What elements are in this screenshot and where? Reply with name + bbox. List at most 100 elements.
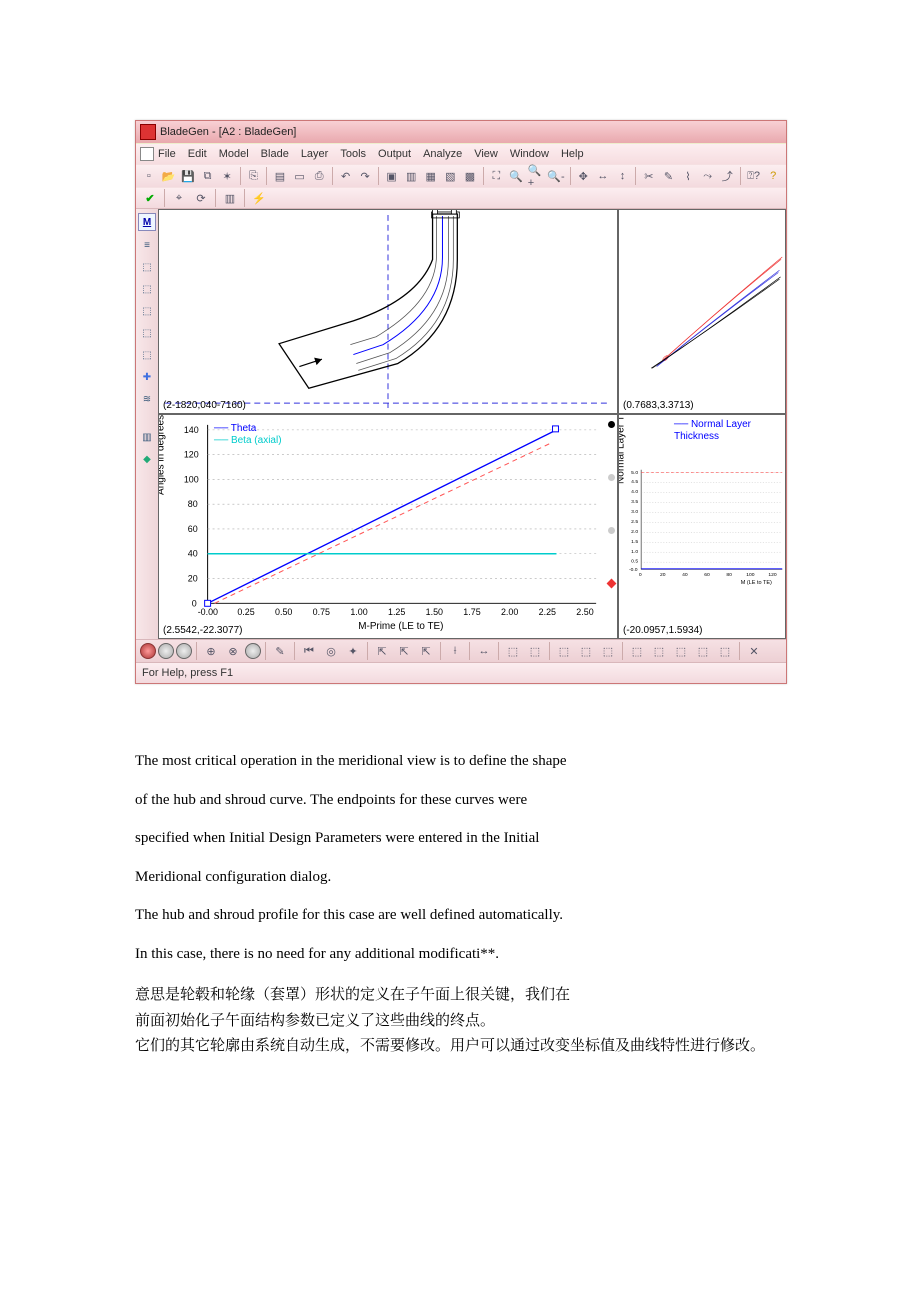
tool2a-icon[interactable]: ⌖ bbox=[169, 188, 189, 208]
b-d5-icon[interactable]: ⬚ bbox=[598, 641, 618, 661]
settings-icon[interactable]: ✶ bbox=[218, 166, 236, 186]
zoom-out-icon[interactable]: 🔍- bbox=[546, 166, 565, 186]
menu-layer[interactable]: Layer bbox=[301, 148, 329, 160]
side-plus-icon[interactable]: ✚ bbox=[139, 369, 155, 385]
side-2-icon[interactable]: ⬚ bbox=[139, 259, 155, 275]
scissors-icon[interactable]: ✂ bbox=[640, 166, 658, 186]
thickness-chart-panel[interactable]: -0.0 0.5 1.0 1.5 2.0 2.5 3.0 3.5 4.0 4.5… bbox=[618, 414, 786, 639]
b-d10-icon[interactable]: ⬚ bbox=[715, 641, 735, 661]
help-context-icon[interactable]: ⍰? bbox=[745, 166, 763, 186]
tool2b-icon[interactable]: ⟳ bbox=[191, 188, 211, 208]
side-4-icon[interactable]: ⬚ bbox=[139, 303, 155, 319]
doc-p5: The hub and shroud profile for this case… bbox=[135, 898, 785, 933]
svg-text:2.0: 2.0 bbox=[631, 529, 638, 535]
b-person-icon[interactable]: ⟊ bbox=[445, 641, 465, 661]
b-globe2-icon[interactable]: ⊗ bbox=[223, 641, 243, 661]
menu-help[interactable]: Help bbox=[561, 148, 584, 160]
angle-chart-panel[interactable]: 0 20 40 60 80 100 120 140 -0.00 0.25 0.5… bbox=[158, 414, 618, 639]
new-icon[interactable]: ▫ bbox=[140, 166, 158, 186]
curve3-icon[interactable]: ⤴ bbox=[718, 166, 736, 186]
menu-edit[interactable]: Edit bbox=[188, 148, 207, 160]
tool2d-icon[interactable]: ⚡ bbox=[249, 188, 269, 208]
svg-text:2.25: 2.25 bbox=[539, 607, 556, 617]
undo-icon[interactable]: ↶ bbox=[337, 166, 355, 186]
window-icon[interactable]: ▭ bbox=[291, 166, 309, 186]
side-m-icon[interactable]: M bbox=[138, 213, 156, 231]
blade-preview-panel[interactable]: (0.7683,3.3713) bbox=[618, 209, 786, 414]
b-up3-icon[interactable]: ⇱ bbox=[416, 641, 436, 661]
b-width-icon[interactable]: ↔ bbox=[474, 641, 494, 661]
curve1-icon[interactable]: ⌇ bbox=[679, 166, 697, 186]
titlebar[interactable]: BladeGen - [A2 : BladeGen] bbox=[136, 121, 786, 143]
br-legend: ── Normal Layer Thickness bbox=[674, 419, 785, 443]
main-toolbar: ▫ 📂 💾 ⧉ ✶ ⎘ ▤ ▭ ⎙ ↶ ↷ ▣ ▥ ▦ ▧ ▩ ⛶ 🔍 🔍+ 🔍… bbox=[136, 164, 786, 187]
copy-icon[interactable]: ⎘ bbox=[245, 166, 263, 186]
b-up2-icon[interactable]: ⇱ bbox=[394, 641, 414, 661]
side-1-icon[interactable]: ≡ bbox=[139, 237, 155, 253]
zoom-fit-icon[interactable]: ⛶ bbox=[488, 166, 506, 186]
curve2-icon[interactable]: ⤳ bbox=[699, 166, 717, 186]
width-icon[interactable]: ↔ bbox=[594, 166, 612, 186]
clipboard-icon[interactable]: ▤ bbox=[271, 166, 289, 186]
b-globe1-icon[interactable]: ⊕ bbox=[201, 641, 221, 661]
redo-icon[interactable]: ↷ bbox=[356, 166, 374, 186]
b-d8-icon[interactable]: ⬚ bbox=[671, 641, 691, 661]
svg-text:5.0: 5.0 bbox=[631, 470, 638, 476]
svg-text:120: 120 bbox=[768, 572, 777, 578]
open-icon[interactable]: 📂 bbox=[160, 166, 178, 186]
svg-text:4.5: 4.5 bbox=[631, 479, 638, 485]
menu-view[interactable]: View bbox=[474, 148, 498, 160]
side-9-icon[interactable]: ◆ bbox=[139, 451, 155, 467]
b-tool-5-icon[interactable]: ✎ bbox=[270, 641, 290, 661]
b-target-icon[interactable]: ◎ bbox=[321, 641, 341, 661]
b-tool-2-icon[interactable] bbox=[158, 643, 174, 659]
b-d4-icon[interactable]: ⬚ bbox=[576, 641, 596, 661]
pencil-icon[interactable]: ✎ bbox=[660, 166, 678, 186]
print-icon[interactable]: ⎙ bbox=[310, 166, 328, 186]
side-6-icon[interactable]: ⬚ bbox=[139, 347, 155, 363]
b-close-icon[interactable]: ✕ bbox=[744, 641, 764, 661]
b-d6-icon[interactable]: ⬚ bbox=[627, 641, 647, 661]
menu-model[interactable]: Model bbox=[219, 148, 249, 160]
menu-analyze[interactable]: Analyze bbox=[423, 148, 462, 160]
save-multi-icon[interactable]: ⧉ bbox=[199, 166, 217, 186]
b-tool-4-icon[interactable] bbox=[245, 643, 261, 659]
pan-icon[interactable]: ✥ bbox=[575, 166, 593, 186]
height-icon[interactable]: ↕ bbox=[614, 166, 632, 186]
side-8-icon[interactable]: ▥ bbox=[139, 429, 155, 445]
b-d1-icon[interactable]: ⬚ bbox=[503, 641, 523, 661]
menu-file[interactable]: File bbox=[158, 148, 176, 160]
b-d2-icon[interactable]: ⬚ bbox=[525, 641, 545, 661]
svg-text:0: 0 bbox=[639, 572, 642, 578]
zoom-icon[interactable]: 🔍 bbox=[507, 166, 525, 186]
layout1-icon[interactable]: ▣ bbox=[383, 166, 401, 186]
menu-tools[interactable]: Tools bbox=[340, 148, 366, 160]
menu-blade[interactable]: Blade bbox=[261, 148, 289, 160]
side-5-icon[interactable]: ⬚ bbox=[139, 325, 155, 341]
layout3-icon[interactable]: ▦ bbox=[422, 166, 440, 186]
b-spark-icon[interactable]: ✦ bbox=[343, 641, 363, 661]
layout5-icon[interactable]: ▩ bbox=[461, 166, 479, 186]
side-3-icon[interactable]: ⬚ bbox=[139, 281, 155, 297]
bl-legend: ── Theta ── Beta (axial) bbox=[214, 423, 282, 447]
b-tool-1-icon[interactable] bbox=[140, 643, 156, 659]
svg-text:2.50: 2.50 bbox=[576, 607, 593, 617]
save-icon[interactable]: 💾 bbox=[179, 166, 197, 186]
b-d7-icon[interactable]: ⬚ bbox=[649, 641, 669, 661]
b-d3-icon[interactable]: ⬚ bbox=[554, 641, 574, 661]
menu-output[interactable]: Output bbox=[378, 148, 411, 160]
zoom-in-icon[interactable]: 🔍+ bbox=[527, 166, 545, 186]
side-7-icon[interactable]: ≋ bbox=[139, 391, 155, 407]
meridional-view-panel[interactable]: (2-1820,040-7160) bbox=[158, 209, 618, 414]
tool2c-icon[interactable]: ▥ bbox=[220, 188, 240, 208]
help-icon[interactable]: ? bbox=[764, 166, 782, 186]
b-tool-3-icon[interactable] bbox=[176, 643, 192, 659]
b-d9-icon[interactable]: ⬚ bbox=[693, 641, 713, 661]
b-rewind-icon[interactable]: ⏮ bbox=[299, 641, 319, 661]
b-up1-icon[interactable]: ⇱ bbox=[372, 641, 392, 661]
layout2-icon[interactable]: ▥ bbox=[402, 166, 420, 186]
menu-window[interactable]: Window bbox=[510, 148, 549, 160]
layout4-icon[interactable]: ▧ bbox=[442, 166, 460, 186]
svg-text:0: 0 bbox=[192, 598, 197, 608]
check-icon[interactable]: ✔ bbox=[140, 188, 160, 208]
